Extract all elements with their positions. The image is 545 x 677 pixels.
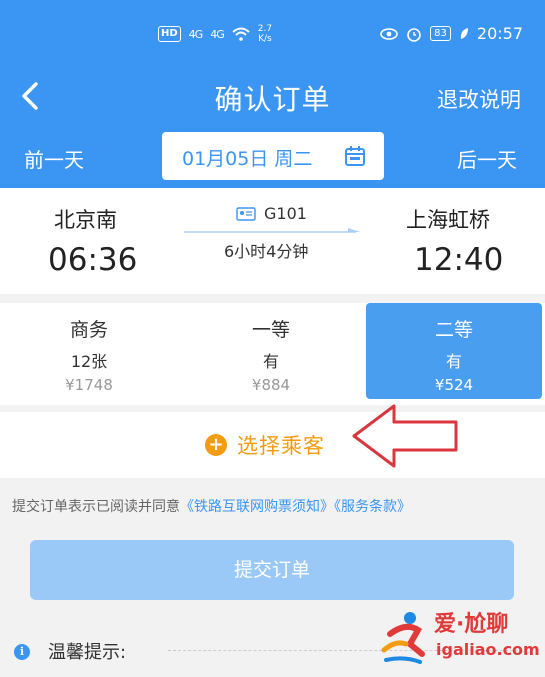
battery-icon: 83 (430, 26, 451, 41)
refund-rules-link[interactable]: 退改说明 (437, 84, 521, 114)
id-card-icon (236, 206, 256, 221)
seat-price: ¥524 (434, 376, 474, 394)
seat-count: 有 (445, 352, 462, 371)
route-arrow-line (184, 228, 360, 233)
status-bar: HD 4G 4G 2.7 K/s 83 20:57 (0, 22, 545, 52)
calendar-icon (345, 146, 365, 166)
navbar: 确认订单 退改说明 (0, 72, 545, 122)
date-picker[interactable]: 01月05日 周二 (162, 132, 384, 180)
submit-order-button[interactable]: 提交订单 (30, 540, 514, 600)
seat-name: 一等 (251, 319, 290, 341)
departure-station: 北京南 (54, 208, 117, 232)
tips-label: 温馨提示: (48, 642, 127, 663)
prev-day-button[interactable]: 前一天 (24, 144, 84, 173)
seat-option-first-class[interactable]: 一等 有 ¥884 (182, 303, 360, 399)
arrival-time: 12:40 (414, 242, 504, 278)
select-passenger-button[interactable]: + 选择乘客 (0, 412, 545, 478)
arrival-station: 上海虹桥 (406, 208, 490, 232)
seat-price: ¥1748 (65, 376, 113, 394)
eye-icon (380, 27, 398, 40)
travel-duration: 6小时4分钟 (224, 242, 309, 261)
seat-option-business[interactable]: 商务 12张 ¥1748 (0, 303, 178, 399)
date-bar: 前一天 01月05日 周二 后一天 (0, 132, 545, 182)
signal-icon: 4G (188, 27, 203, 41)
seat-count: 12张 (70, 352, 108, 371)
watermark-site: igaliao.com (436, 640, 540, 659)
app-header: HD 4G 4G 2.7 K/s 83 20:57 确认订单 退改说明 前一天 … (0, 0, 545, 188)
seat-price: ¥884 (251, 376, 291, 394)
departure-time: 06:36 (48, 242, 138, 278)
annotation-arrow-icon (352, 404, 458, 468)
plus-icon: + (205, 434, 227, 456)
agreement-text: 提交订单表示已阅读并同意《铁路互联网购票须知》《服务条款》 (12, 496, 411, 516)
clock: 20:57 (476, 24, 523, 43)
leaf-icon (460, 27, 468, 39)
select-passenger-label: 选择乘客 (237, 434, 325, 458)
train-info: 北京南 06:36 G101 6小时4分钟 上海虹桥 12:40 (0, 188, 545, 294)
signal-icon-2: 4G (210, 27, 224, 41)
alarm-icon (407, 27, 421, 42)
date-text: 01月05日 周二 (182, 148, 313, 170)
network-speed: 2.7 K/s (257, 24, 273, 44)
runner-logo-icon (381, 612, 425, 664)
seat-count: 有 (262, 352, 279, 371)
watermark: 爱·尬聊 igaliao.com (380, 604, 540, 670)
terms-of-service-link[interactable]: 《服务条款》 (334, 499, 411, 515)
seat-name: 商务 (69, 319, 108, 341)
purchase-notice-link[interactable]: 《铁路互联网购票须知》 (180, 499, 334, 515)
hd-icon: HD (158, 26, 181, 42)
watermark-brand: 爱·尬聊 (434, 612, 509, 637)
wifi-icon (232, 27, 250, 41)
train-number[interactable]: G101 (236, 204, 307, 223)
seat-name: 二等 (434, 319, 473, 341)
train-number-text: G101 (264, 204, 307, 223)
seat-class-selector: 商务 12张 ¥1748 一等 有 ¥884 二等 有 ¥524 (0, 303, 545, 405)
info-icon: i (14, 644, 30, 660)
seat-option-second-class[interactable]: 二等 有 ¥524 (366, 303, 542, 399)
agreement-prefix: 提交订单表示已阅读并同意 (12, 499, 180, 515)
next-day-button[interactable]: 后一天 (457, 144, 517, 173)
